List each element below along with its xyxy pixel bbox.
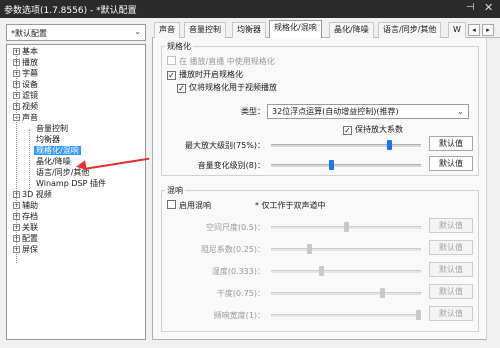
enable-on-start-option[interactable]: ✓ 播放时开启规格化 — [167, 69, 243, 80]
max-gain-slider-thumb[interactable] — [387, 140, 392, 150]
panel-scrollbar[interactable] — [486, 38, 498, 340]
close-icon[interactable]: ✕ — [484, 1, 493, 14]
tab-language-sync[interactable]: 语言/同步/其他 — [378, 22, 442, 38]
reverb-param-label: 湿度(0.333)： — [211, 267, 265, 276]
reverb-param-reset-button[interactable]: 默认值 — [429, 262, 473, 277]
collapse-icon[interactable]: − — [13, 114, 20, 121]
reverb-param-label: 频响宽度(1)： — [213, 311, 265, 320]
reverb-param-label: 空间尺度(0.5)： — [206, 223, 265, 232]
reverb-param-slider-thumb[interactable] — [319, 266, 324, 276]
expand-icon[interactable]: + — [13, 191, 20, 198]
title-bar: 参数选项(1.7.8556) - *默认配置 ⊣ ✕ — [0, 0, 500, 18]
expand-icon[interactable]: + — [13, 103, 20, 110]
reverb-param-slider[interactable] — [271, 292, 421, 295]
video-only-option[interactable]: ✓ 仅将规格化用于视频播放 — [177, 82, 277, 93]
keep-gain-checkbox[interactable]: ✓ — [343, 126, 352, 135]
expand-icon[interactable]: + — [13, 48, 20, 55]
enable-reverb-checkbox[interactable] — [167, 200, 176, 209]
volume-change-reset-button[interactable]: 默认值 — [429, 156, 473, 171]
tab-bar: 声音 音量控制 均衡器 规格化/混响 晶化/降噪 语言/同步/其他 W ◂ ▸ — [152, 20, 500, 39]
passthrough-normalize-option: 在 播放/直播 中使用规格化 — [167, 56, 275, 67]
tab-crystallize-denoise[interactable]: 晶化/降噪 — [329, 22, 374, 38]
video-only-checkbox[interactable]: ✓ — [177, 84, 186, 93]
reverb-param-label: 干度(0.75)： — [216, 289, 265, 298]
passthrough-normalize-checkbox — [167, 56, 176, 65]
volume-change-slider[interactable] — [271, 164, 421, 167]
reverb-group-title: 混响 — [165, 185, 185, 196]
preset-dropdown[interactable]: *默认配置 ⌄ — [6, 24, 146, 41]
reverb-param-slider-thumb[interactable] — [380, 288, 385, 298]
settings-tree: + 基本 + 播放 + 字幕 + 设备 + 滤镜 + 视频 − 声音 音量控制 均衡器 规格化… — [6, 44, 146, 340]
stereo-only-note: * 仅工作于双声道中 — [255, 201, 326, 210]
reverb-param-label: 阻尼系数(0.25)： — [200, 245, 265, 254]
max-gain-slider[interactable] — [271, 144, 421, 147]
tree-item-3d-video[interactable]: +3D 视频 — [13, 189, 52, 200]
tree-guide-line — [29, 129, 30, 191]
tree-item-auxiliary[interactable]: + 辅助 — [13, 200, 38, 211]
expand-icon[interactable]: + — [13, 202, 20, 209]
expand-icon[interactable]: + — [13, 213, 20, 220]
reverb-param-slider-thumb[interactable] — [416, 310, 421, 320]
tree-item-filters[interactable]: + 滤镜 — [13, 90, 38, 101]
reverb-param-slider[interactable] — [271, 314, 421, 317]
preset-value: *默认配置 — [11, 29, 47, 38]
tab-audio[interactable]: 声音 — [154, 22, 180, 38]
tree-item-configuration[interactable]: + 配置 — [13, 233, 38, 244]
tree-item-winamp-dsp[interactable]: Winamp DSP 插件 — [36, 178, 106, 189]
tree-item-normalize-reverb[interactable]: 规格化/混响 — [34, 145, 81, 156]
expand-icon[interactable]: + — [13, 70, 20, 77]
pin-icon[interactable]: ⊣ — [466, 2, 475, 13]
reverb-param-reset-button[interactable]: 默认值 — [429, 284, 473, 299]
tab-scroll-left-icon[interactable]: ◂ — [468, 24, 480, 36]
tree-item-volume-control[interactable]: 音量控制 — [36, 123, 68, 134]
tree-item-audio[interactable]: − 声音 — [13, 112, 38, 123]
expand-icon[interactable]: + — [13, 92, 20, 99]
tab-winamp[interactable]: W — [448, 22, 466, 38]
expand-icon[interactable]: + — [13, 81, 20, 88]
max-gain-label: 最大放大级别(75%)： — [184, 141, 265, 150]
tree-item-playback[interactable]: + 播放 — [13, 57, 38, 68]
window-title: 参数选项(1.7.8556) - *默认配置 — [4, 6, 137, 16]
tree-item-devices[interactable]: + 设备 — [13, 79, 38, 90]
tab-equalizer[interactable]: 均衡器 — [232, 22, 266, 38]
tree-item-crystallize-denoise[interactable]: 晶化/降噪 — [36, 156, 71, 167]
tab-normalize-reverb[interactable]: 规格化/混响 — [269, 20, 322, 39]
tree-item-subtitles[interactable]: + 字幕 — [13, 68, 38, 79]
reverb-param-reset-button[interactable]: 默认值 — [429, 218, 473, 233]
enable-reverb-option[interactable]: 启用混响 — [167, 200, 211, 211]
enable-on-start-checkbox[interactable]: ✓ — [167, 71, 176, 80]
reverb-param-slider[interactable] — [271, 248, 421, 251]
volume-change-label: 音量变化级别(8)： — [197, 161, 265, 170]
expand-icon[interactable]: + — [13, 246, 20, 253]
tab-volume-control[interactable]: 音量控制 — [184, 22, 226, 38]
reverb-param-slider-thumb[interactable] — [307, 244, 312, 254]
type-label: 类型： — [241, 107, 265, 116]
settings-panel: 规格化 在 播放/直播 中使用规格化 ✓ 播放时开启规格化 ✓ 仅将规格化用于视频播… — [152, 38, 498, 340]
reverb-param-reset-button[interactable]: 默认值 — [429, 306, 473, 321]
tab-scroll-right-icon[interactable]: ▸ — [482, 24, 494, 36]
tree-item-basic[interactable]: + 基本 — [13, 46, 38, 57]
reverb-param-reset-button[interactable]: 默认值 — [429, 240, 473, 255]
chevron-down-icon: ⌄ — [457, 107, 464, 116]
tree-item-video[interactable]: + 视频 — [13, 101, 38, 112]
tree-item-associations[interactable]: + 关联 — [13, 222, 38, 233]
annotation-arrow-head — [75, 160, 87, 172]
chevron-down-icon: ⌄ — [134, 27, 141, 36]
expand-icon[interactable]: + — [13, 59, 20, 66]
keep-gain-option[interactable]: ✓ 保持放大系数 — [343, 124, 403, 135]
expand-icon[interactable]: + — [13, 235, 20, 242]
normalize-type-value: 32位浮点运算(自动增益控制)(推荐) — [272, 107, 399, 116]
normalize-type-dropdown[interactable]: 32位浮点运算(自动增益控制)(推荐) ⌄ — [267, 104, 469, 119]
reverb-param-slider-thumb[interactable] — [344, 222, 349, 232]
normalize-group-title: 规格化 — [165, 41, 193, 52]
reverb-param-slider[interactable] — [271, 270, 421, 273]
tree-item-archive[interactable]: + 存档 — [13, 211, 38, 222]
tree-item-equalizer[interactable]: 均衡器 — [36, 134, 60, 145]
expand-icon[interactable]: + — [13, 224, 20, 231]
volume-change-slider-thumb[interactable] — [329, 160, 334, 170]
max-gain-reset-button[interactable]: 默认值 — [429, 136, 473, 151]
tree-item-screensaver[interactable]: + 屏保 — [13, 244, 38, 255]
